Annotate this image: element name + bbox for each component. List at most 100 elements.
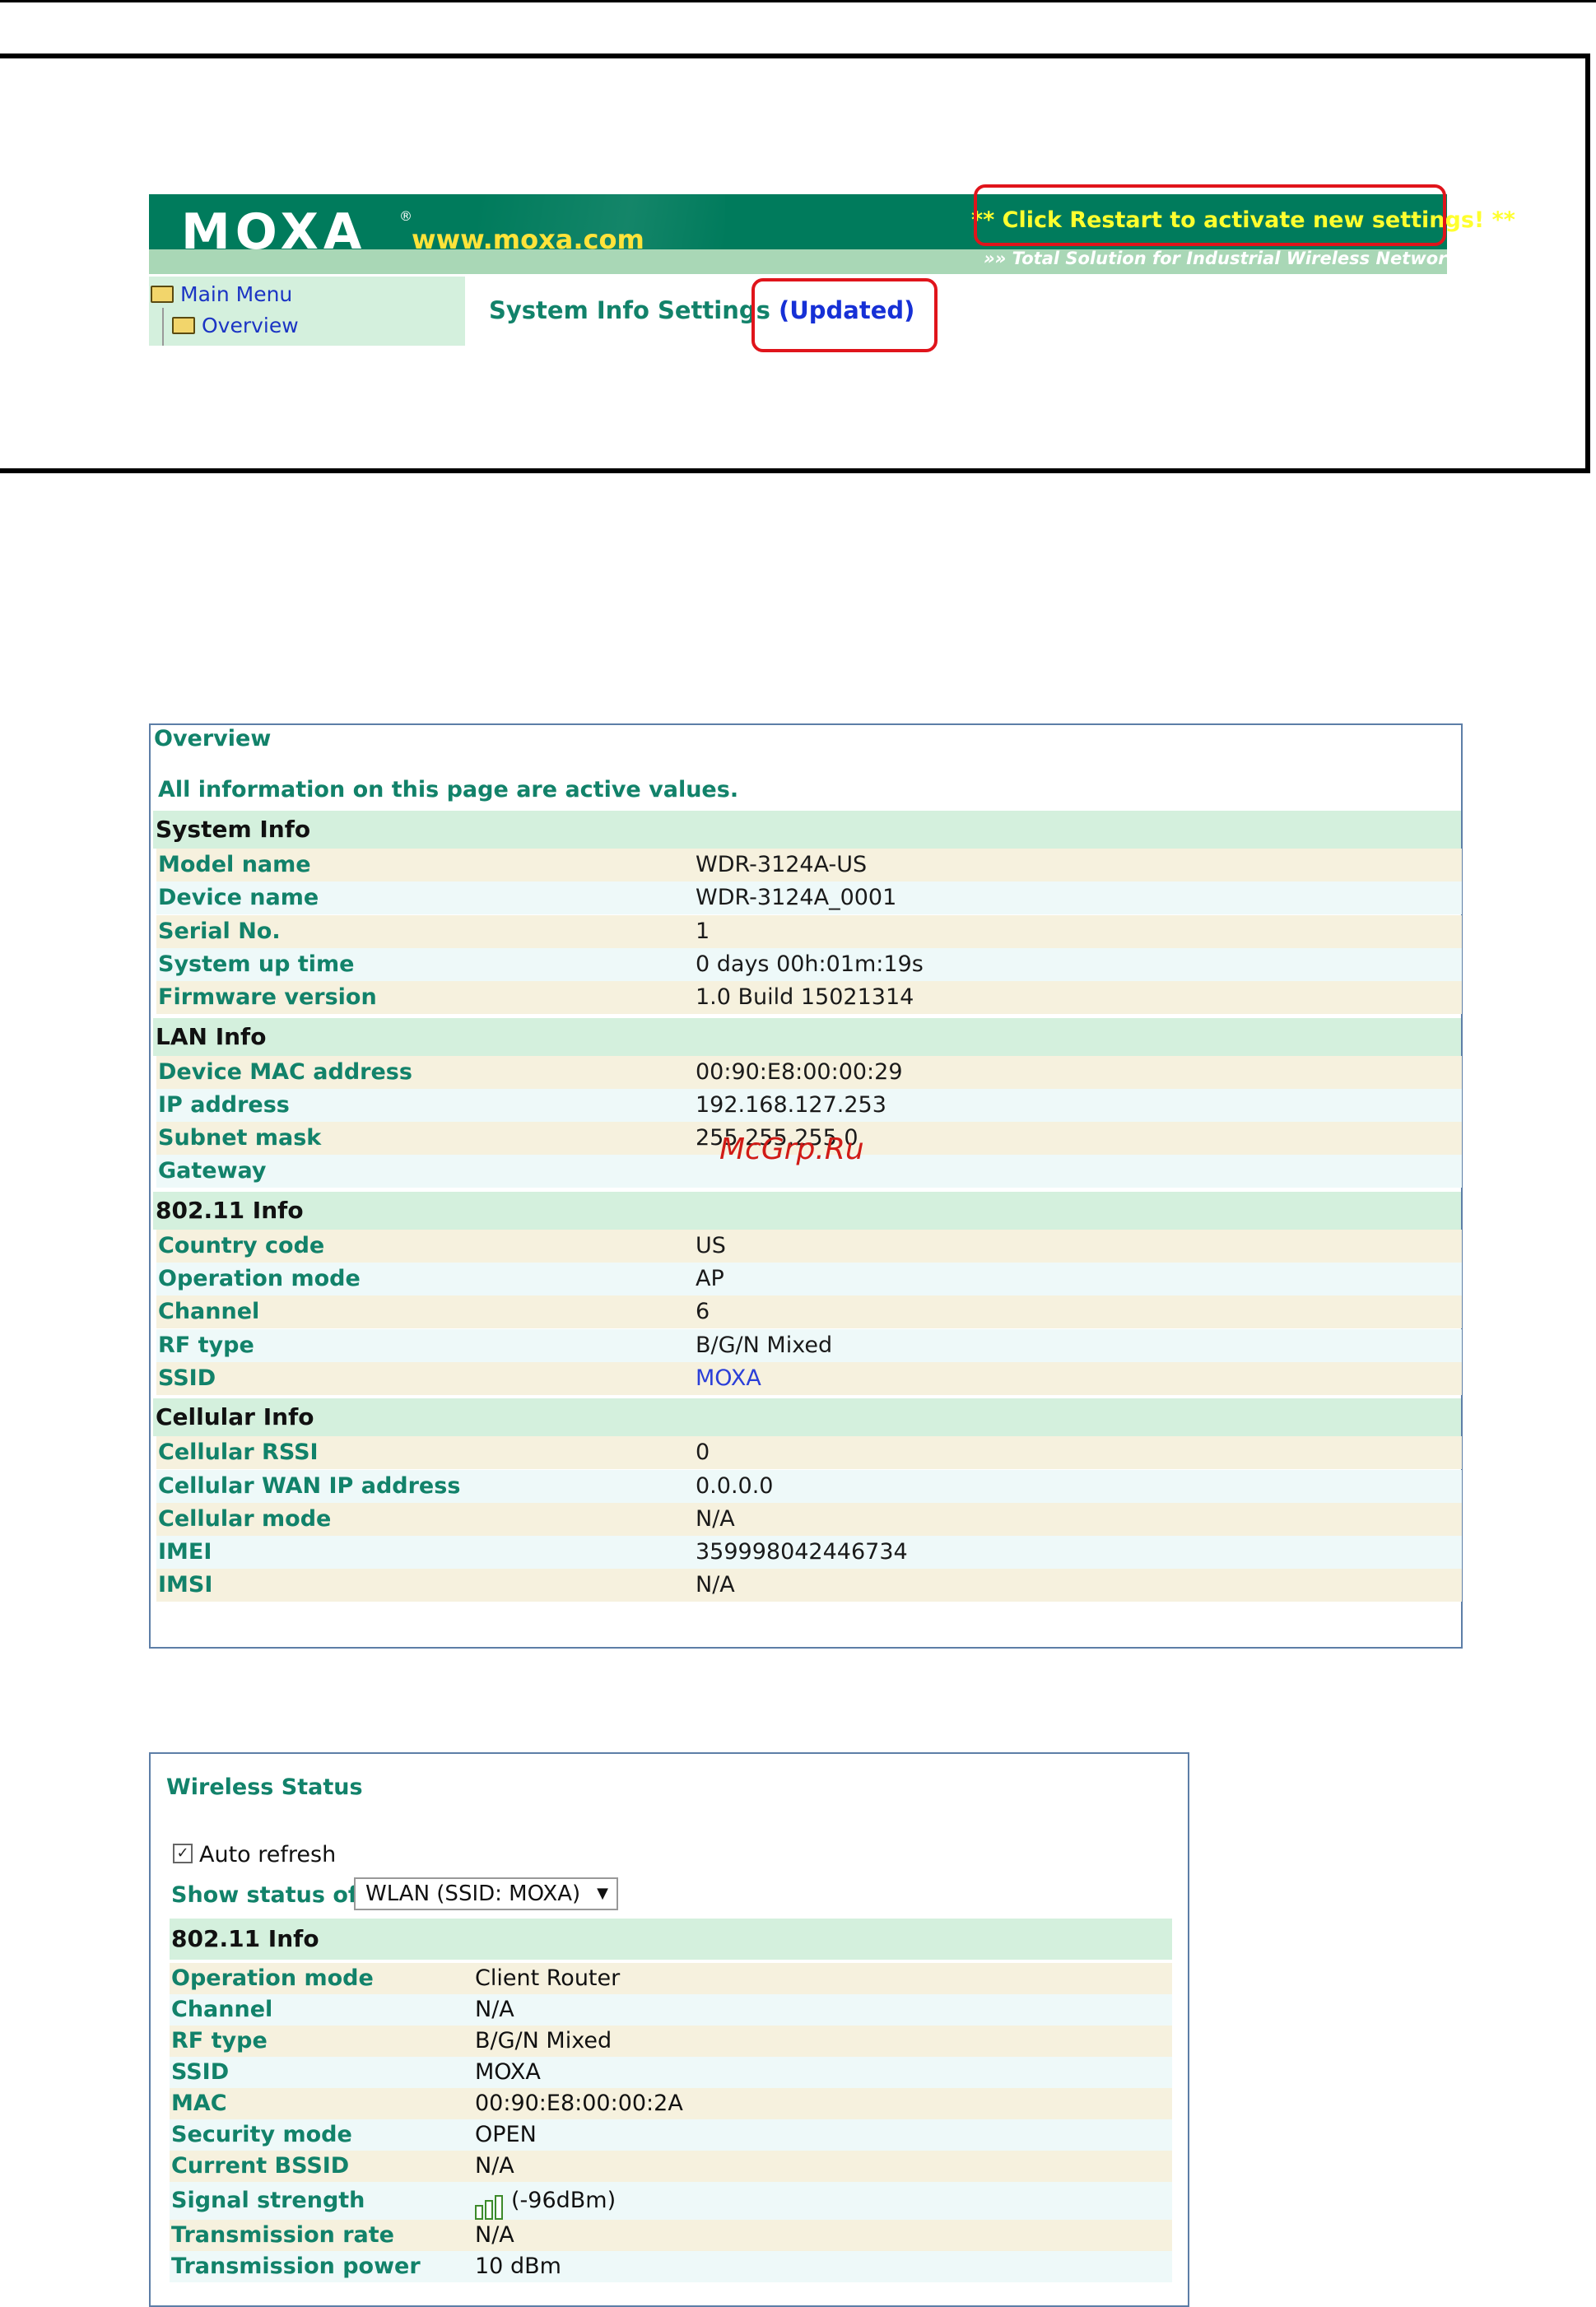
row-label: SSID (171, 2059, 230, 2085)
row-value: US (696, 1232, 726, 1258)
row-label: RF type (158, 1332, 254, 1358)
row-label: Firmware version (158, 984, 377, 1011)
tree-connector (162, 308, 164, 346)
row-value: 00:90:E8:00:00:29 (696, 1058, 903, 1085)
row-label: System up time (158, 951, 355, 977)
page-title-text: System Info Settings (489, 296, 770, 324)
auto-refresh-checkbox[interactable]: ✓ (173, 1843, 193, 1863)
table-row: Device name WDR-3124A_0001 (156, 881, 1462, 915)
row-label: IMSI (158, 1572, 213, 1598)
ssid-link[interactable]: MOXA (696, 1362, 761, 1395)
auto-refresh-label: Auto refresh (199, 1842, 337, 1867)
row-label: Current BSSID (171, 2153, 350, 2179)
table-row: IMSI N/A (156, 1569, 1462, 1602)
table-row: Country code US (156, 1229, 1462, 1263)
row-label: MAC (171, 2091, 227, 2116)
signal-strength-value: (-96dBm) (511, 2188, 617, 2213)
table-row: Model name WDR-3124A-US (156, 849, 1462, 881)
moxa-logo-reg-mark: ® (399, 208, 412, 224)
table-row: Channel N/A (170, 1994, 1172, 2026)
table-row: SSID MOXA (156, 1361, 1462, 1395)
show-status-value: WLAN (SSID: MOXA) (365, 1881, 581, 1906)
signal-bars-icon (475, 2182, 505, 2220)
overview-note: All information on this page are active … (158, 777, 739, 802)
section-header: Cellular Info (153, 1398, 1461, 1437)
wireless-status-title: Wireless Status (166, 1774, 363, 1800)
row-value: 6 (696, 1299, 710, 1325)
section-header: LAN Info (153, 1017, 1461, 1056)
show-status-select[interactable]: WLAN (SSID: MOXA) ▼ (354, 1877, 618, 1910)
row-value: WDR-3124A_0001 (696, 885, 897, 911)
row-label: Security mode (171, 2122, 352, 2147)
wireless-section-title: 802.11 Info (171, 1925, 319, 1952)
show-status-label: Show status of (171, 1882, 358, 1908)
row-value: B/G/N Mixed (475, 2028, 612, 2054)
row-value: 1 (696, 918, 710, 944)
row-label: Cellular WAN IP address (158, 1472, 461, 1499)
wireless-section-header: 802.11 Info (170, 1919, 1172, 1960)
row-value: 0 days 00h:01m:19s (696, 951, 924, 977)
watermark: McGrp.Ru (719, 1133, 864, 1166)
table-row: SSID MOXA (170, 2057, 1172, 2088)
row-value: AP (696, 1266, 724, 1291)
row-value: 00:90:E8:00:00:2A (475, 2091, 683, 2116)
row-value: 359998042446734 (696, 1539, 908, 1565)
restart-highlight-callout (974, 184, 1446, 246)
row-label: Transmission power (171, 2254, 421, 2279)
row-value: OPEN (475, 2122, 537, 2147)
section-title: System Info (156, 816, 311, 843)
menu-overview[interactable]: Overview (172, 311, 299, 341)
row-label: Device name (158, 885, 319, 911)
table-row: IP address 192.168.127.253 (156, 1088, 1462, 1122)
menu-main-label: Main Menu (180, 282, 293, 306)
table-row: Security mode OPEN (170, 2119, 1172, 2151)
chevron-down-icon: ▼ (597, 1885, 608, 1902)
row-value: 0.0.0.0 (696, 1472, 774, 1499)
section-title: LAN Info (156, 1022, 267, 1050)
row-label: RF type (171, 2028, 268, 2054)
menu-panel: Main Menu Overview (149, 277, 465, 346)
row-value: N/A (696, 1505, 735, 1532)
row-label: IP address (158, 1091, 290, 1118)
row-label: Gateway (158, 1158, 267, 1184)
row-label: Model name (158, 852, 311, 877)
section-header: 802.11 Info (153, 1191, 1461, 1230)
row-value: 1.0 Build 15021314 (696, 984, 914, 1011)
folder-icon (172, 316, 195, 334)
row-label: SSID (158, 1365, 216, 1391)
table-row: RF type B/G/N Mixed (156, 1328, 1462, 1362)
row-value: N/A (475, 2153, 514, 2179)
row-value: N/A (696, 1572, 735, 1598)
table-row: System up time 0 days 00h:01m:19s (156, 947, 1462, 981)
row-value: N/A (475, 1997, 514, 2022)
table-row: RF type B/G/N Mixed (170, 2026, 1172, 2057)
table-row: IMEI 359998042446734 (156, 1536, 1462, 1570)
table-row: Firmware version 1.0 Build 15021314 (156, 981, 1462, 1015)
row-value: (-96dBm) (475, 2182, 616, 2220)
row-value: WDR-3124A-US (696, 852, 868, 877)
row-label: Operation mode (158, 1266, 361, 1291)
moxa-logo: MOXA (181, 203, 367, 261)
table-row: Channel 6 (156, 1295, 1462, 1329)
menu-main-menu[interactable]: Main Menu (151, 280, 292, 309)
table-row: Cellular RSSI 0 (156, 1436, 1462, 1470)
section-title: 802.11 Info (156, 1196, 304, 1224)
row-value: 10 dBm (475, 2254, 561, 2279)
moxa-url-link[interactable]: www.moxa.com (412, 222, 644, 257)
section-header: System Info (153, 811, 1461, 849)
page-top-rule (0, 0, 1596, 2)
row-label: IMEI (158, 1539, 212, 1565)
table-row: Operation mode Client Router (170, 1963, 1172, 1994)
section-title: Cellular Info (156, 1403, 314, 1431)
row-label: Cellular mode (158, 1505, 332, 1532)
row-value: B/G/N Mixed (696, 1332, 833, 1358)
row-value: MOXA (475, 2059, 541, 2085)
row-label: Country code (158, 1232, 325, 1258)
table-row: Transmission power 10 dBm (170, 2251, 1172, 2282)
table-row: Transmission rate N/A (170, 2220, 1172, 2251)
table-row: Operation mode AP (156, 1263, 1462, 1295)
row-label: Cellular RSSI (158, 1440, 319, 1466)
row-label: Signal strength (171, 2188, 365, 2213)
tagline: »» Total Solution for Industrial Wireles… (984, 249, 1489, 268)
table-row: MAC 00:90:E8:00:00:2A (170, 2088, 1172, 2119)
